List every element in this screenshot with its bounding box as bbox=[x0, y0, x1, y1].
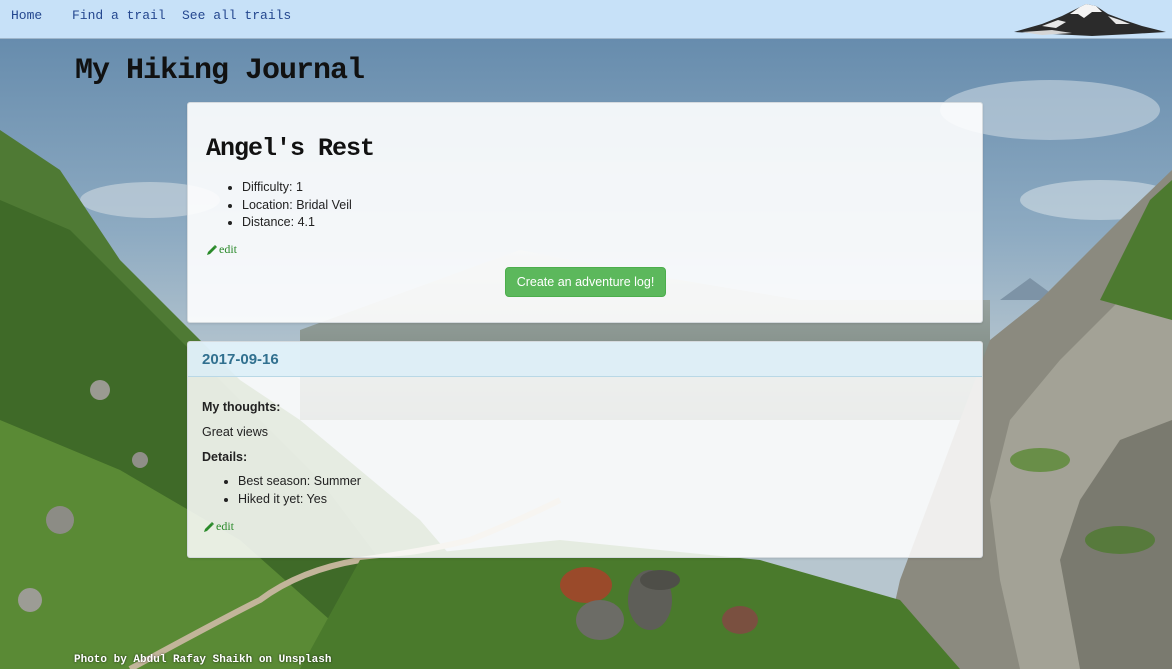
edit-log-label: edit bbox=[216, 519, 234, 533]
trail-location: Location: Bridal Veil bbox=[242, 197, 352, 215]
background-photo bbox=[0, 0, 1172, 669]
log-details: Best season: Summer Hiked it yet: Yes bbox=[219, 473, 361, 508]
create-adventure-log-button[interactable]: Create an adventure log! bbox=[505, 267, 666, 297]
adventure-log-panel: 2017-09-16 My thoughts: Great views Deta… bbox=[187, 341, 983, 558]
trail-attributes: Difficulty: 1 Location: Bridal Veil Dist… bbox=[223, 179, 352, 232]
log-date: 2017-09-16 bbox=[202, 351, 279, 368]
detail-best-season: Best season: Summer bbox=[238, 473, 361, 491]
thoughts-text: Great views bbox=[202, 425, 268, 439]
edit-log-link[interactable]: edit bbox=[203, 519, 234, 534]
thoughts-label: My thoughts: bbox=[202, 400, 281, 414]
pencil-icon bbox=[207, 244, 217, 255]
trail-panel: Angel's Rest Difficulty: 1 Location: Bri… bbox=[187, 102, 983, 323]
edit-trail-link[interactable]: edit bbox=[206, 242, 237, 257]
photo-credit: Photo by Abdul Rafay Shaikh on Unsplash bbox=[74, 654, 332, 666]
detail-hiked-yet: Hiked it yet: Yes bbox=[238, 491, 361, 509]
page-title: My Hiking Journal bbox=[75, 54, 365, 88]
top-nav: Home Find a trail See all trails bbox=[0, 0, 1172, 39]
nav-link-all-trails[interactable]: See all trails bbox=[182, 8, 291, 23]
trail-name: Angel's Rest bbox=[206, 134, 375, 163]
trail-difficulty: Difficulty: 1 bbox=[242, 179, 352, 197]
nav-link-find-trail[interactable]: Find a trail bbox=[72, 8, 166, 23]
mountain-icon bbox=[1014, 4, 1166, 36]
pencil-icon bbox=[204, 521, 214, 532]
log-heading: 2017-09-16 bbox=[188, 342, 982, 377]
nav-link-home[interactable]: Home bbox=[11, 8, 42, 23]
details-label: Details: bbox=[202, 450, 248, 464]
trail-distance: Distance: 4.1 bbox=[242, 214, 352, 232]
edit-trail-label: edit bbox=[219, 242, 237, 256]
